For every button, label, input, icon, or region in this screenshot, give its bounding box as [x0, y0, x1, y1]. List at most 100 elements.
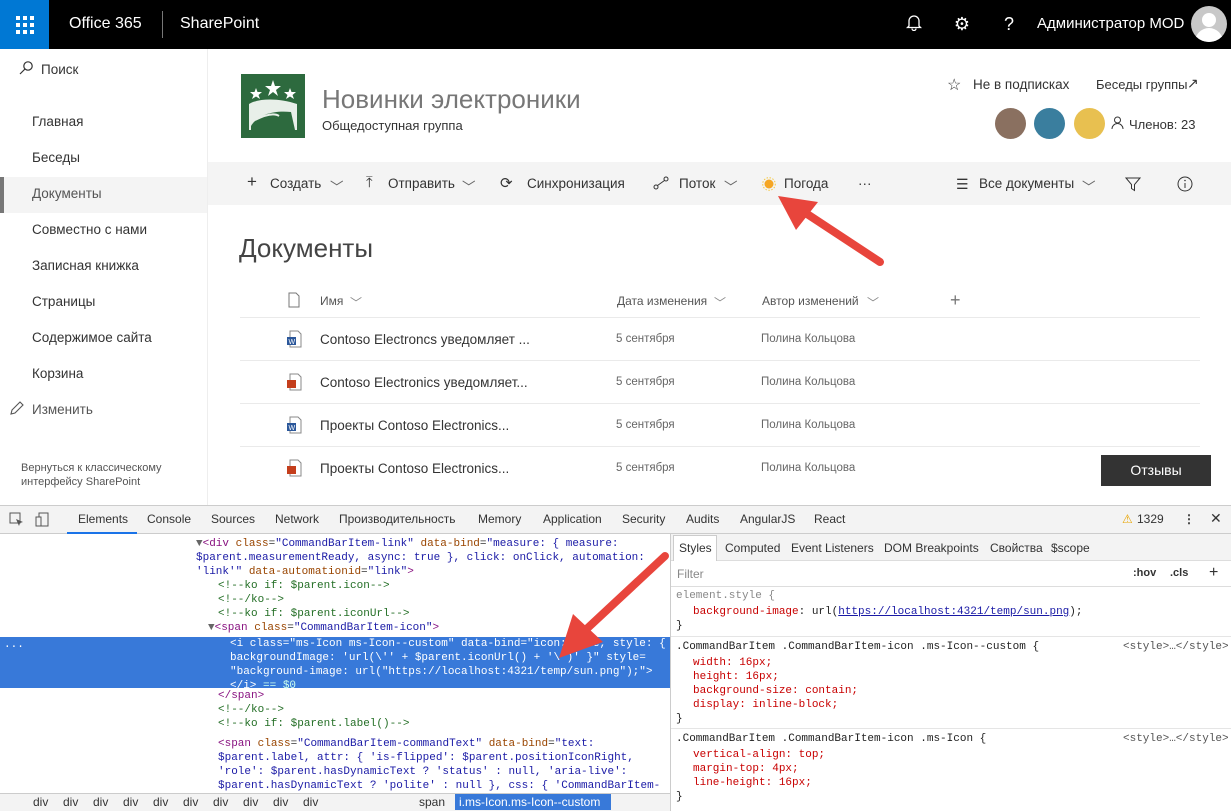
filter-icon[interactable]	[1124, 177, 1142, 195]
css-selector[interactable]: .CommandBarItem .CommandBarItem-icon .ms…	[676, 732, 986, 746]
css-declaration[interactable]: background-image: url(https://localhost:…	[693, 605, 1082, 619]
add-column-icon[interactable]: +	[950, 290, 961, 311]
dom-comment[interactable]: <!--/ko-->	[218, 703, 284, 717]
feedback-button[interactable]: Отзывы	[1101, 455, 1211, 486]
dom-comment[interactable]: <!--ko if: $parent.label()-->	[218, 717, 409, 731]
file-name[interactable]: Contoso Electroncs уведомляет ...	[320, 332, 530, 347]
follow-button[interactable]: Не в подписках	[973, 77, 1069, 92]
styles-tab[interactable]: Styles	[679, 541, 712, 555]
weather-button[interactable]: Погода	[784, 176, 828, 191]
inspect-icon[interactable]	[9, 512, 24, 532]
warning-count[interactable]: 1329	[1137, 512, 1164, 526]
css-declaration[interactable]: background-size: contain;	[693, 684, 858, 698]
dom-comment[interactable]: <!--ko if: $parent.iconUrl-->	[218, 607, 409, 621]
gear-icon[interactable]: ⚙	[951, 13, 973, 35]
office365-brand[interactable]: Office 365	[69, 15, 142, 33]
group-conversations-link[interactable]: Беседы группы	[1096, 77, 1188, 92]
css-declaration[interactable]: vertical-align: top;	[693, 748, 825, 762]
hov-toggle[interactable]: :hov	[1133, 567, 1156, 579]
nav-item-recycle-bin[interactable]: Корзина	[32, 366, 83, 381]
breadcrumb-item[interactable]: span	[419, 795, 445, 809]
upload-button[interactable]: Отправить	[388, 176, 455, 191]
dom-line[interactable]: ▼<span class="CommandBarItem-icon">	[208, 621, 439, 635]
nav-item-shared[interactable]: Совместно с нами	[32, 222, 147, 237]
menu-icon[interactable]: ⋮	[1183, 512, 1195, 526]
breadcrumb-item[interactable]: div	[183, 795, 198, 809]
breadcrumb-item[interactable]: div	[153, 795, 168, 809]
member-avatar[interactable]	[1034, 108, 1065, 139]
sync-button[interactable]: Синхронизация	[527, 176, 625, 191]
dom-comment[interactable]: <!--/ko-->	[218, 593, 284, 607]
devtools-tab-security[interactable]: Security	[622, 512, 665, 526]
breadcrumb-item[interactable]: div	[93, 795, 108, 809]
nav-item-site-contents[interactable]: Содержимое сайта	[32, 330, 152, 345]
bell-icon[interactable]	[903, 13, 925, 35]
nav-item-conversations[interactable]: Беседы	[32, 150, 80, 165]
devtools-tab-network[interactable]: Network	[275, 512, 319, 526]
new-button[interactable]: Создать	[270, 176, 321, 191]
dom-line[interactable]: 'link'" data-automationid="link">	[196, 565, 414, 579]
css-source-link[interactable]: <style>…</style>	[1123, 640, 1229, 654]
sharepoint-brand[interactable]: SharePoint	[180, 15, 259, 33]
css-declaration[interactable]: width: 16px;	[693, 656, 772, 670]
dom-line[interactable]: <span class="CommandBarItem-commandText"…	[218, 737, 594, 751]
site-title[interactable]: Новинки электроники	[322, 84, 581, 115]
file-name[interactable]: Contoso Electronics уведомляет...	[320, 375, 528, 390]
devtools-tab-audits[interactable]: Audits	[686, 512, 719, 526]
scope-tab[interactable]: $scope	[1051, 541, 1090, 555]
breadcrumb-item[interactable]: div	[213, 795, 228, 809]
css-declaration[interactable]: height: 16px;	[693, 670, 779, 684]
css-source-link[interactable]: <style>…</style>	[1123, 732, 1229, 746]
dom-breakpoints-tab[interactable]: DOM Breakpoints	[884, 541, 979, 555]
css-declaration[interactable]: line-height: 16px;	[693, 776, 812, 790]
breadcrumb-item[interactable]: div	[303, 795, 318, 809]
members-count[interactable]: Членов: 23	[1129, 117, 1195, 132]
column-header-name[interactable]: Имя	[320, 294, 343, 308]
breadcrumb-item[interactable]: div	[243, 795, 258, 809]
devtools-tab-sources[interactable]: Sources	[211, 512, 255, 526]
add-rule-icon[interactable]: +	[1209, 564, 1218, 582]
devtools-tab-angularjs[interactable]: AngularJS	[740, 512, 795, 526]
breadcrumb-item[interactable]: div	[123, 795, 138, 809]
dom-line[interactable]: $parent.label, attr: { 'is-flipped': $pa…	[218, 751, 634, 765]
nav-edit-link[interactable]: Изменить	[32, 402, 93, 417]
dom-comment[interactable]: <!--ko if: $parent.icon-->	[218, 579, 390, 593]
search-box[interactable]: Поиск	[41, 62, 78, 77]
file-name[interactable]: Проекты Contoso Electronics...	[320, 418, 509, 433]
table-row[interactable]: Проекты Contoso Electronics... 5 сентябр…	[240, 446, 1200, 489]
classic-experience-link[interactable]: Вернуться к классическому интерфейсу Sha…	[21, 461, 191, 489]
info-icon[interactable]	[1177, 176, 1193, 195]
star-icon[interactable]: ☆	[947, 75, 961, 95]
devtools-tab-application[interactable]: Application	[543, 512, 602, 526]
close-icon[interactable]: ✕	[1210, 510, 1222, 527]
breadcrumb-item[interactable]: div	[63, 795, 78, 809]
nav-item-notebook[interactable]: Записная книжка	[32, 258, 139, 273]
avatar[interactable]	[1191, 6, 1227, 42]
member-avatar[interactable]	[995, 108, 1026, 139]
nav-item-documents[interactable]: Документы	[32, 186, 102, 201]
help-icon[interactable]: ?	[998, 13, 1020, 35]
breadcrumb-item[interactable]: div	[273, 795, 288, 809]
cls-toggle[interactable]: .cls	[1170, 567, 1188, 579]
dom-line[interactable]: $parent.hasDynamicText ? 'polite' : null…	[218, 779, 660, 793]
breadcrumb-item[interactable]: div	[33, 795, 48, 809]
table-row[interactable]: Contoso Electronics уведомляет... 5 сент…	[240, 360, 1200, 403]
more-dots[interactable]: ...	[4, 638, 24, 652]
css-url-link[interactable]: https://localhost:4321/temp/sun.png	[838, 606, 1069, 618]
dom-line[interactable]: </span>	[218, 689, 264, 703]
search-icon[interactable]	[19, 61, 33, 78]
nav-item-pages[interactable]: Страницы	[32, 294, 95, 309]
user-name[interactable]: Администратор MOD	[1037, 15, 1184, 32]
css-declaration[interactable]: display: inline-block;	[693, 698, 838, 712]
styles-filter-input[interactable]: Filter	[677, 567, 704, 581]
devtools-tab-elements[interactable]: Elements	[78, 512, 128, 526]
file-name[interactable]: Проекты Contoso Electronics...	[320, 461, 509, 476]
computed-tab[interactable]: Computed	[725, 541, 780, 555]
properties-tab[interactable]: Свойства	[990, 541, 1043, 555]
flow-button[interactable]: Поток	[679, 176, 715, 191]
css-declaration[interactable]: margin-top: 4px;	[693, 762, 799, 776]
column-header-author[interactable]: Автор изменений	[762, 294, 859, 308]
table-row[interactable]: W Проекты Contoso Electronics... 5 сентя…	[240, 403, 1200, 446]
css-property[interactable]: background-image	[693, 606, 799, 618]
device-icon[interactable]	[35, 512, 50, 532]
